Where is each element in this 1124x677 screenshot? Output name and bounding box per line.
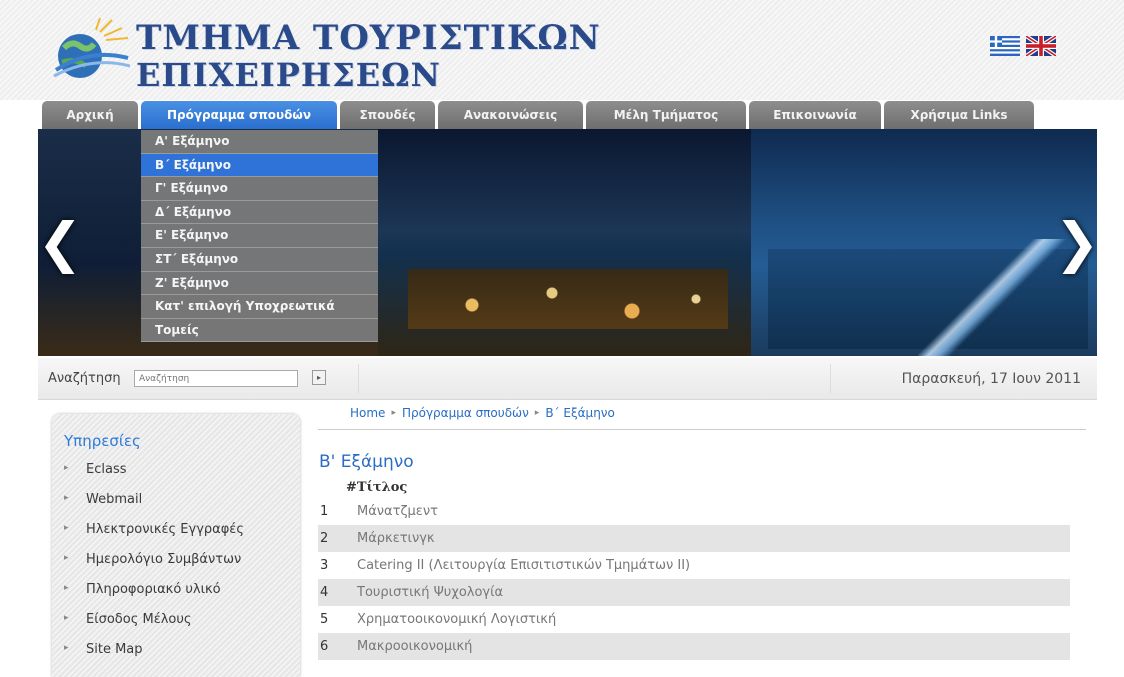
tab-study-program[interactable]: Πρόγραμμα σπουδών	[141, 101, 337, 129]
sidebar-item-webmail[interactable]: ▸ Webmail	[64, 492, 244, 522]
breadcrumb: Home ▸ Πρόγραμμα σπουδών ▸ Β΄ Εξάμηνο	[350, 406, 615, 420]
dropdown-item-semester-f[interactable]: ΣΤ΄ Εξάμηνο	[141, 247, 378, 272]
tab-useful-links[interactable]: Χρήσιμα Links	[884, 101, 1034, 129]
course-number: 4	[320, 585, 329, 600]
course-number: 5	[320, 612, 329, 627]
city-lights-graphic	[408, 269, 728, 329]
table-row: 2 Μάρκετινγκ	[318, 525, 1070, 552]
table-row: 6 Μακροοικονομική	[318, 633, 1070, 660]
greek-flag-icon[interactable]	[990, 36, 1020, 56]
course-title[interactable]: Μάνατζμεντ	[357, 504, 438, 519]
bullet-arrow-icon: ▸	[64, 613, 69, 623]
table-row: 3 Catering II (Λειτουργία Επισιτιστικών …	[318, 552, 1070, 579]
sidebar-item-site-map[interactable]: ▸ Site Map	[64, 642, 244, 672]
breadcrumb-separator-icon: ▸	[534, 408, 540, 418]
sidebar-item-label: Ημερολόγιο Συμβάντων	[86, 552, 242, 567]
chevron-right-icon[interactable]: ❯	[1054, 211, 1097, 274]
sidebar-item-eclass[interactable]: ▸ Eclass	[64, 462, 244, 492]
bullet-arrow-icon: ▸	[64, 583, 69, 593]
sidebar-item-info-material[interactable]: ▸ Πληροφοριακό υλικό	[64, 582, 244, 612]
course-number: 6	[320, 639, 329, 654]
sidebar-item-e-registration[interactable]: ▸ Ηλεκτρονικές Εγγραφές	[64, 522, 244, 552]
dropdown-item-electives[interactable]: Κατ' επιλογή Υποχρεωτικά	[141, 295, 378, 319]
course-number: 3	[320, 558, 329, 573]
table-row: 4 Τουριστική Ψυχολογία	[318, 579, 1070, 606]
course-title[interactable]: Catering II (Λειτουργία Επισιτιστικών Τμ…	[357, 558, 690, 573]
sidebar-item-label: Πληροφοριακό υλικό	[86, 582, 221, 597]
bullet-arrow-icon: ▸	[64, 493, 69, 503]
course-title[interactable]: Τουριστική Ψυχολογία	[357, 585, 503, 600]
sidebar-item-label: Ηλεκτρονικές Εγγραφές	[86, 522, 244, 537]
dropdown-item-semester-c[interactable]: Γ' Εξάμηνο	[141, 177, 378, 201]
study-program-dropdown: Α' Εξάμηνο Β΄ Εξάμηνο Γ' Εξάμηνο Δ΄ Εξάμ…	[141, 130, 378, 343]
search-label: Αναζήτηση	[48, 371, 121, 386]
site-header: ΤΜΗΜΑ ΤΟΥΡΙΣΤΙΚΩΝ ΕΠΙΧΕΙΡΗΣΕΩΝ	[0, 0, 1124, 100]
language-flags	[990, 36, 1056, 56]
tab-contact[interactable]: Επικοινωνία	[749, 101, 881, 129]
course-title[interactable]: Χρηματοοικονομική Λογιστική	[357, 612, 556, 627]
tab-studies[interactable]: Σπουδές	[340, 101, 435, 129]
divider	[358, 364, 359, 394]
sidebar-item-label: Eclass	[86, 462, 127, 477]
sidebar-item-label: Είσοδος Μέλους	[86, 612, 192, 627]
sidebar-item-events-calendar[interactable]: ▸ Ημερολόγιο Συμβάντων	[64, 552, 244, 582]
tab-department-members[interactable]: Μέλη Τμήματος	[586, 101, 746, 129]
bullet-arrow-icon: ▸	[64, 553, 69, 563]
dropdown-item-semester-b[interactable]: Β΄ Εξάμηνο	[141, 153, 378, 178]
services-sidebar: Υπηρεσίες ▸ Eclass ▸ Webmail ▸ Ηλεκτρονι…	[52, 414, 300, 677]
table-row: 1 Μάνατζμεντ	[318, 498, 1070, 525]
dropdown-item-semester-d[interactable]: Δ΄ Εξάμηνο	[141, 200, 378, 225]
bullet-arrow-icon: ▸	[64, 643, 69, 653]
search-input[interactable]	[134, 370, 298, 387]
dropdown-item-semester-e[interactable]: Ε' Εξάμηνο	[141, 224, 378, 248]
sidebar-title: Υπηρεσίες	[64, 432, 141, 450]
breadcrumb-home[interactable]: Home	[350, 406, 385, 420]
main-nav: Αρχική Πρόγραμμα σπουδών Σπουδές Ανακοιν…	[42, 101, 1034, 129]
tab-announcements[interactable]: Ανακοινώσεις	[438, 101, 583, 129]
course-title[interactable]: Μάρκετινγκ	[357, 531, 435, 546]
breadcrumb-current[interactable]: Β΄ Εξάμηνο	[545, 406, 615, 420]
sidebar-item-label: Webmail	[86, 492, 143, 507]
search-bar: Αναζήτηση ▸ Παρασκευή, 17 Ιουν 2011	[38, 358, 1097, 400]
tab-home[interactable]: Αρχική	[42, 101, 138, 129]
services-list: ▸ Eclass ▸ Webmail ▸ Ηλεκτρονικές Εγγραφ…	[64, 462, 244, 672]
course-number: 1	[320, 504, 329, 519]
table-row: 5 Χρηματοοικονομική Λογιστική	[318, 606, 1070, 633]
bullet-arrow-icon: ▸	[64, 463, 69, 473]
dropdown-item-semester-g[interactable]: Ζ' Εξάμηνο	[141, 271, 378, 296]
breadcrumb-study-program[interactable]: Πρόγραμμα σπουδών	[402, 406, 529, 420]
course-number: 2	[320, 531, 329, 546]
divider	[830, 364, 831, 394]
current-date: Παρασκευή, 17 Ιουν 2011	[901, 371, 1081, 387]
search-go-button[interactable]: ▸	[312, 370, 326, 385]
logo-title-line1: ΤΜΗΜΑ ΤΟΥΡΙΣΤΙΚΩΝ	[136, 18, 601, 58]
globe-logo-icon	[53, 18, 130, 78]
courses-table: 1 Μάνατζμεντ 2 Μάρκετινγκ 3 Catering II …	[318, 498, 1070, 660]
divider	[318, 429, 1086, 430]
sidebar-item-label: Site Map	[86, 642, 143, 657]
table-header: #Τίτλος	[346, 480, 408, 495]
dropdown-item-sectors[interactable]: Τομείς	[141, 318, 378, 343]
dropdown-item-semester-a[interactable]: Α' Εξάμηνο	[141, 130, 378, 154]
sidebar-item-member-login[interactable]: ▸ Είσοδος Μέλους	[64, 612, 244, 642]
uk-flag-icon[interactable]	[1026, 36, 1056, 56]
bullet-arrow-icon: ▸	[64, 523, 69, 533]
course-title[interactable]: Μακροοικονομική	[357, 639, 472, 654]
chevron-left-icon[interactable]: ❮	[38, 211, 83, 274]
logo-title-line2: ΕΠΙΧΕΙΡΗΣΕΩΝ	[136, 56, 441, 94]
page-title: Β' Εξάμηνο	[319, 452, 414, 472]
breadcrumb-separator-icon: ▸	[391, 408, 396, 418]
